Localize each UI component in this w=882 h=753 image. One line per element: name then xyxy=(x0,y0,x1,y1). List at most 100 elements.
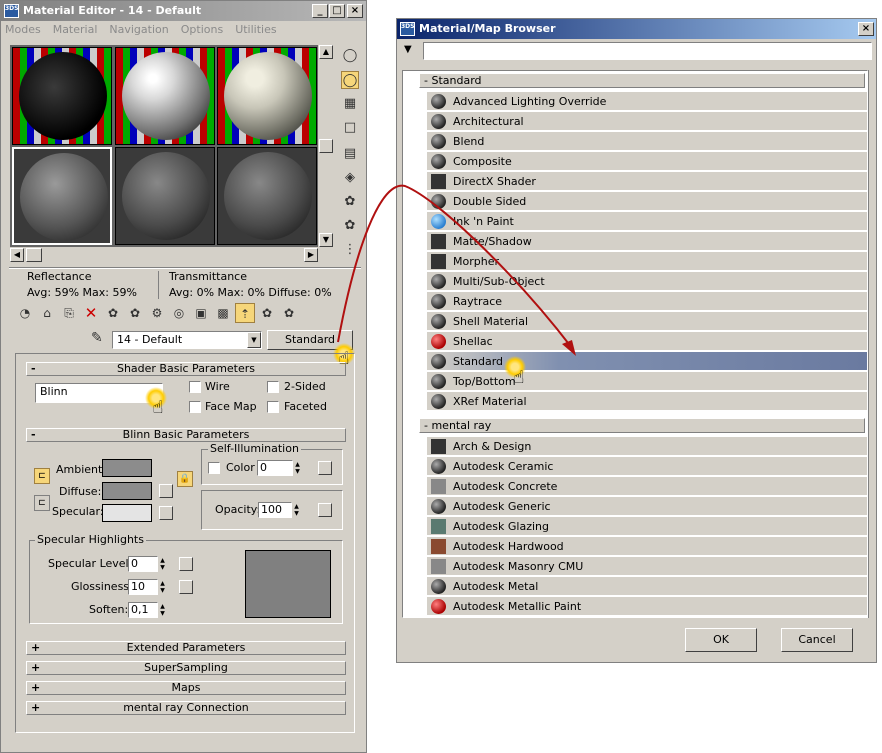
specular-level-map-button[interactable] xyxy=(179,557,193,571)
soften-field[interactable]: 0,1 ▲ ▼ xyxy=(128,602,167,618)
glossiness-map-button[interactable] xyxy=(179,580,193,594)
material-list-item[interactable]: Blend xyxy=(427,132,867,151)
sample-uv-tiling-icon[interactable]: □ xyxy=(341,119,359,137)
sample-slot-6[interactable] xyxy=(217,147,317,245)
sample-type-sphere-icon[interactable]: ◯ xyxy=(341,47,359,65)
menu-material[interactable]: Material xyxy=(53,23,98,41)
go-to-parent-icon[interactable]: ⇡ xyxy=(235,303,255,323)
sample-slot-4-selected[interactable] xyxy=(12,147,112,245)
material-list-item[interactable]: Matte/Shadow xyxy=(427,232,867,251)
background-checker-icon[interactable]: ▦ xyxy=(341,95,359,113)
material-list-item[interactable]: Architectural xyxy=(427,112,867,131)
material-id-icon[interactable]: ◎ xyxy=(169,303,189,323)
mental-ray-connection-rollout-header[interactable]: + mental ray Connection xyxy=(26,701,346,715)
two-sided-checkbox[interactable] xyxy=(267,381,279,393)
menu-navigation[interactable]: Navigation xyxy=(109,23,168,41)
material-list-item[interactable]: Autodesk Metal xyxy=(427,577,867,596)
material-list-item[interactable]: Double Sided xyxy=(427,192,867,211)
select-by-material-icon[interactable]: ✿ xyxy=(341,217,359,235)
sample-slot-5[interactable] xyxy=(115,147,215,245)
material-list-item[interactable]: Multi/Sub-Object xyxy=(427,272,867,291)
specular-level-field[interactable]: 0 ▲ ▼ xyxy=(128,556,167,572)
menu-modes[interactable]: Modes xyxy=(5,23,41,41)
cancel-button[interactable]: Cancel xyxy=(781,628,853,652)
material-effects-icon[interactable]: ✿ xyxy=(279,303,299,323)
faceted-checkbox[interactable] xyxy=(267,401,279,413)
browser-search-input[interactable] xyxy=(423,42,872,60)
material-list-item[interactable]: Top/Bottom xyxy=(427,372,867,391)
video-color-check-icon[interactable]: ▤ xyxy=(341,145,359,163)
spinner-icon[interactable]: ▲ ▼ xyxy=(158,557,167,571)
material-list-item[interactable]: Autodesk Hardwood xyxy=(427,537,867,556)
specular-color-swatch[interactable] xyxy=(102,504,152,522)
sample-slot-3[interactable] xyxy=(217,47,317,145)
face-map-checkbox[interactable] xyxy=(189,401,201,413)
options-icon[interactable]: ✿ xyxy=(341,193,359,211)
chevron-down-icon[interactable]: ▼ xyxy=(247,332,261,348)
opacity-field[interactable]: 100 ▲ ▼ xyxy=(258,502,301,518)
diffuse-map-button[interactable] xyxy=(159,484,173,498)
sample-slot-1[interactable] xyxy=(12,47,112,145)
glossiness-field[interactable]: 10 ▲ ▼ xyxy=(128,579,167,595)
material-list-item[interactable]: Ink 'n Paint xyxy=(427,212,867,231)
material-list-item[interactable]: Autodesk Masonry CMU xyxy=(427,557,867,576)
wire-checkbox[interactable] xyxy=(189,381,201,393)
backlight-icon[interactable]: ◯ xyxy=(341,71,359,89)
material-list-item[interactable]: XRef Material xyxy=(427,392,867,411)
spinner-icon[interactable]: ▲ ▼ xyxy=(158,603,167,617)
slots-scroll-up-button[interactable]: ▲ xyxy=(319,45,333,59)
material-list-item[interactable]: Arch & Design xyxy=(427,437,867,456)
lock-diffuse-specular-icon[interactable]: ⊏ xyxy=(34,495,50,511)
slots-scroll-down-button[interactable]: ▼ xyxy=(319,233,333,247)
material-list-item[interactable]: Composite xyxy=(427,152,867,171)
maps-rollout-header[interactable]: + Maps xyxy=(26,681,346,695)
sample-slot-2[interactable] xyxy=(115,47,215,145)
ok-button[interactable]: OK xyxy=(685,628,757,652)
close-button[interactable]: × xyxy=(858,22,874,36)
make-copy-icon[interactable]: ✿ xyxy=(103,303,123,323)
lock-icon[interactable]: 🔒 xyxy=(177,471,193,487)
shader-basic-rollout-header[interactable]: - Shader Basic Parameters xyxy=(26,362,346,376)
browser-options-icon[interactable]: ▼ xyxy=(404,44,412,55)
self-illum-color-checkbox[interactable] xyxy=(208,462,220,474)
supersampling-rollout-header[interactable]: + SuperSampling xyxy=(26,661,346,675)
assign-material-icon[interactable]: ⎘ xyxy=(59,303,79,323)
self-illum-map-button[interactable] xyxy=(318,461,332,475)
ambient-color-swatch[interactable] xyxy=(102,459,152,477)
make-preview-icon[interactable]: ◈ xyxy=(341,169,359,187)
material-list-item[interactable]: Autodesk Glazing xyxy=(427,517,867,536)
extended-parameters-rollout-header[interactable]: + Extended Parameters xyxy=(26,641,346,655)
group-header-standard[interactable]: - Standard xyxy=(419,73,865,88)
menu-utilities[interactable]: Utilities xyxy=(235,23,276,41)
material-list-item[interactable]: Autodesk Concrete xyxy=(427,477,867,496)
material-list-item[interactable]: Autodesk Metallic Paint xyxy=(427,597,867,616)
material-list-item[interactable]: Shell Material xyxy=(427,312,867,331)
slots-scroll-thumb[interactable] xyxy=(319,139,333,153)
material-name-field[interactable]: 14 - Default ▼ xyxy=(112,331,262,349)
browser-scrollbar[interactable] xyxy=(868,70,873,618)
group-header-mental-ray[interactable]: - mental ray xyxy=(419,418,865,433)
diffuse-color-swatch[interactable] xyxy=(102,482,152,500)
opacity-map-button[interactable] xyxy=(318,503,332,517)
reset-material-icon[interactable]: ✕ xyxy=(81,303,101,323)
spinner-icon[interactable]: ▲ ▼ xyxy=(158,580,167,594)
make-unique-icon[interactable]: ✿ xyxy=(125,303,145,323)
show-end-result-icon[interactable]: ▩ xyxy=(213,303,233,323)
put-to-scene-icon[interactable]: ⌂ xyxy=(37,303,57,323)
material-list-item[interactable]: Standard xyxy=(427,352,867,371)
put-to-library-icon[interactable]: ⚙ xyxy=(147,303,167,323)
spinner-icon[interactable]: ▲ ▼ xyxy=(292,503,301,517)
material-list-item[interactable]: Morpher xyxy=(427,252,867,271)
material-list-item[interactable]: Autodesk Generic xyxy=(427,497,867,516)
spinner-icon[interactable]: ▲ ▼ xyxy=(293,461,302,475)
material-list-item[interactable]: Advanced Lighting Override xyxy=(427,92,867,111)
self-illum-value-field[interactable]: 0 ▲ ▼ xyxy=(257,460,302,476)
specular-map-button[interactable] xyxy=(159,506,173,520)
minimize-button[interactable]: _ xyxy=(312,4,328,18)
material-list-item[interactable]: Autodesk Ceramic xyxy=(427,457,867,476)
go-forward-sibling-icon[interactable]: ✿ xyxy=(257,303,277,323)
slots-scroll-left-button[interactable]: ◀ xyxy=(10,248,24,262)
get-material-icon[interactable]: ◔ xyxy=(15,303,35,323)
eyedropper-icon[interactable]: ✎ xyxy=(91,330,103,346)
show-map-icon[interactable]: ▣ xyxy=(191,303,211,323)
